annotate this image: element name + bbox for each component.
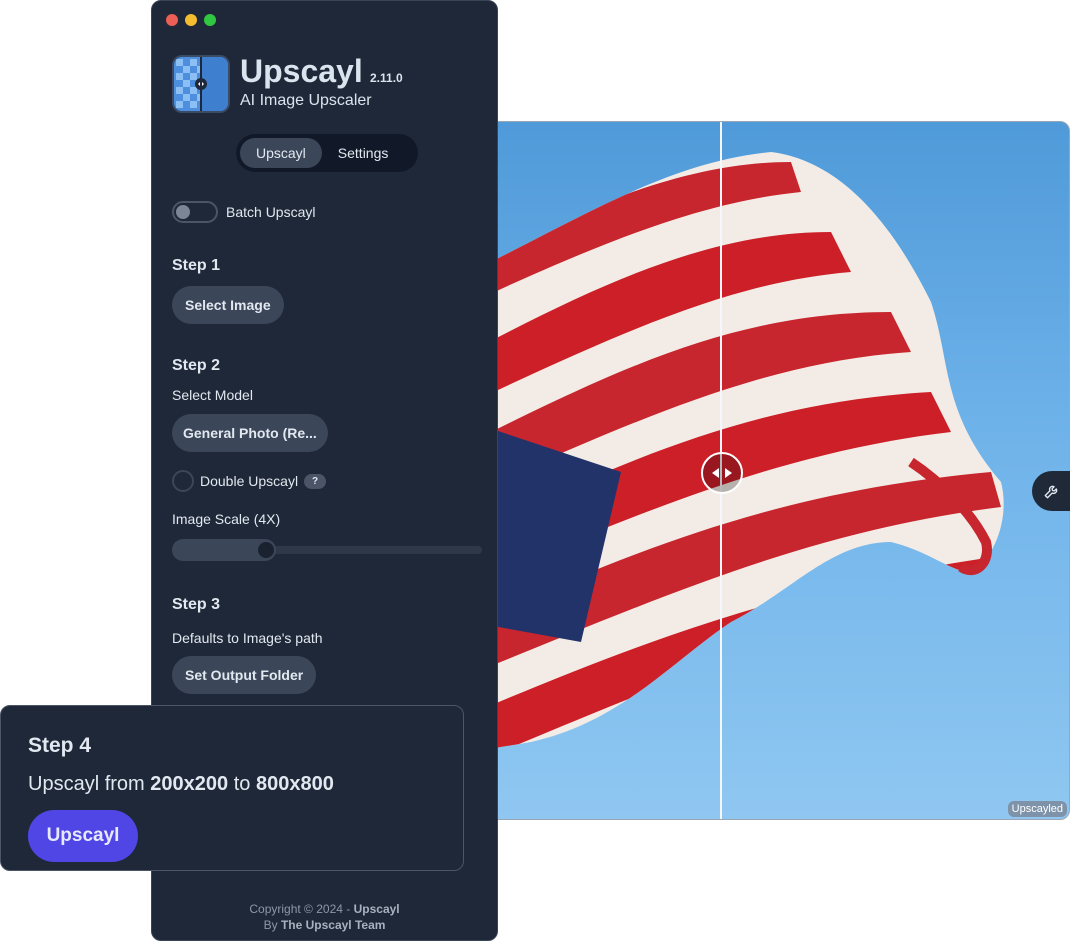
to-size: 800x800: [255, 773, 334, 795]
batch-upscayl-toggle[interactable]: [172, 201, 218, 223]
step3-title: Step 3: [172, 596, 221, 613]
upscale-size-info: Upscayl from 200x200 to 800x800: [28, 773, 334, 796]
wrench-icon: [1044, 485, 1058, 499]
step4-card: Step 4 Upscayl from 200x200 to 800x800 U…: [0, 705, 464, 871]
app-subtitle: AI Image Upscaler: [240, 92, 372, 109]
compare-handle[interactable]: [701, 452, 743, 494]
app-title: Upscayl: [240, 53, 363, 89]
help-icon[interactable]: ?: [304, 473, 327, 489]
footer-brand[interactable]: Upscayl: [354, 902, 400, 916]
step4-title: Step 4: [28, 734, 92, 757]
app-logo: [172, 55, 230, 113]
tab-settings[interactable]: Settings: [322, 138, 405, 168]
footer-team[interactable]: The Upscayl Team: [281, 918, 385, 932]
image-scale-label: Image Scale (4X): [172, 511, 281, 527]
compare-arrows-icon: [712, 468, 732, 478]
by-text: By: [263, 918, 278, 932]
size-prefix: Upscayl from: [28, 773, 145, 795]
close-window-button[interactable]: [166, 14, 178, 26]
from-size: 200x200: [150, 773, 229, 795]
maximize-window-button[interactable]: [204, 14, 216, 26]
footer-copyright: Copyright © 2024 - Upscayl: [152, 902, 497, 916]
footer-credit: By The Upscayl Team: [152, 918, 497, 932]
batch-upscayl-label: Batch Upscayl: [226, 204, 316, 220]
double-upscayl-label: Double Upscayl: [200, 473, 299, 489]
app-version: 2.11.0: [370, 71, 403, 85]
upscayled-badge: Upscayled: [1007, 801, 1067, 817]
window-controls: [166, 14, 216, 26]
output-folder-description: Defaults to Image's path: [172, 630, 323, 646]
copyright-text: Copyright © 2024 -: [249, 902, 351, 916]
toggle-knob: [176, 205, 190, 219]
image-comparison-viewer[interactable]: Upscayled: [470, 121, 1070, 820]
select-image-button[interactable]: Select Image: [172, 286, 284, 324]
step2-title: Step 2: [172, 357, 221, 374]
step1-title: Step 1: [172, 257, 221, 274]
upscayl-button[interactable]: Upscayl: [28, 810, 138, 862]
model-select-button[interactable]: General Photo (Re...: [172, 414, 328, 452]
select-model-label: Select Model: [172, 387, 253, 403]
flag-image: [471, 152, 1004, 752]
minimize-window-button[interactable]: [185, 14, 197, 26]
upscayl-logo-icon: [174, 57, 228, 111]
tools-button[interactable]: [1032, 471, 1070, 511]
batch-upscayl-row: Batch Upscayl: [172, 201, 315, 223]
tab-upscayl[interactable]: Upscayl: [240, 138, 322, 168]
double-upscayl-checkbox[interactable]: [172, 470, 194, 492]
size-connector: to: [233, 773, 251, 795]
image-scale-slider[interactable]: [172, 539, 482, 561]
main-tabs: Upscayl Settings: [236, 134, 418, 172]
set-output-folder-button[interactable]: Set Output Folder: [172, 656, 317, 694]
double-upscayl-row: Double Upscayl ?: [172, 470, 327, 492]
